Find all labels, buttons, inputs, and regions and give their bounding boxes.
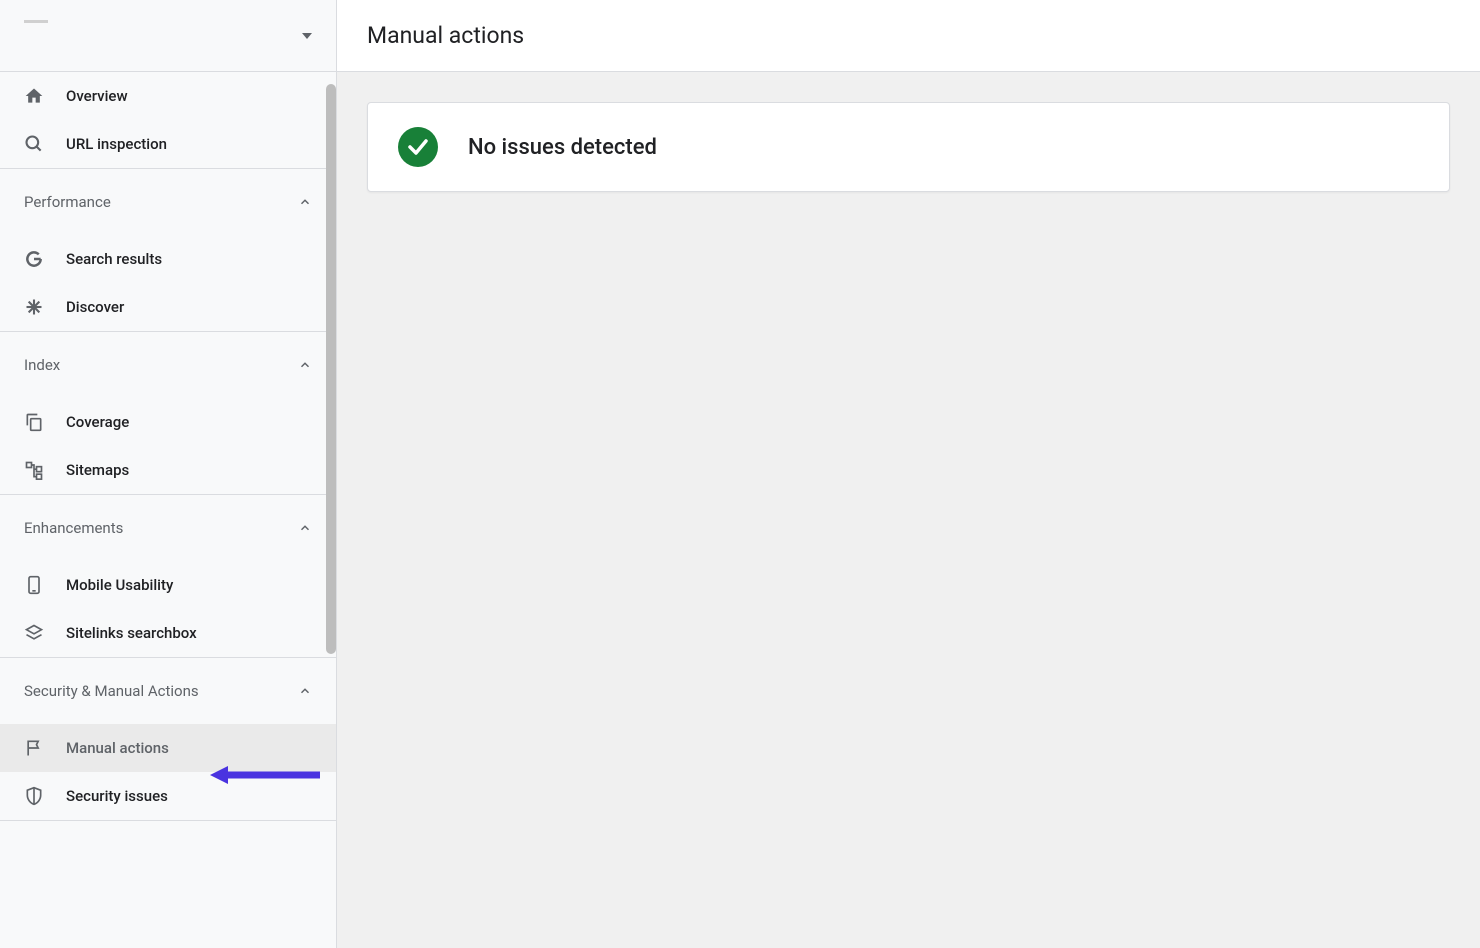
sidebar-item-label: Discover — [66, 298, 124, 316]
sidebar-item-label: Search results — [66, 250, 162, 268]
sidebar-item-manual-actions[interactable]: Manual actions — [0, 724, 336, 772]
chevron-up-icon — [298, 195, 312, 209]
section-title: Security & Manual Actions — [24, 682, 199, 700]
layers-icon — [24, 623, 66, 643]
sidebar-item-overview[interactable]: Overview — [0, 72, 336, 120]
shield-icon — [24, 786, 66, 806]
scrollbar[interactable] — [326, 84, 336, 654]
dropdown-icon — [302, 33, 312, 39]
main-content: No issues detected — [337, 72, 1480, 948]
status-message: No issues detected — [468, 135, 657, 160]
chevron-up-icon — [298, 684, 312, 698]
sidebar-item-search-results[interactable]: Search results — [0, 235, 336, 283]
sidebar-item-label: Sitelinks searchbox — [66, 624, 197, 642]
section-header-performance[interactable]: Performance — [0, 169, 336, 235]
sidebar-item-label: URL inspection — [66, 135, 167, 153]
section-title: Enhancements — [24, 519, 123, 537]
g-logo-icon — [24, 249, 66, 269]
sidebar-item-url-inspection[interactable]: URL inspection — [0, 120, 336, 168]
sidebar-item-label: Security issues — [66, 787, 168, 805]
sidebar-item-security-issues[interactable]: Security issues — [0, 772, 336, 820]
section-title: Index — [24, 356, 60, 374]
property-placeholder — [24, 20, 48, 23]
property-selector[interactable] — [0, 0, 336, 72]
sidebar-item-label: Manual actions — [66, 739, 169, 757]
check-circle-icon — [398, 127, 438, 167]
sidebar-item-sitelinks-searchbox[interactable]: Sitelinks searchbox — [0, 609, 336, 657]
sidebar-item-label: Overview — [66, 87, 128, 105]
sidebar-item-label: Mobile Usability — [66, 576, 173, 594]
sidebar-item-label: Sitemaps — [66, 461, 129, 479]
sidebar-item-discover[interactable]: Discover — [0, 283, 336, 331]
chevron-up-icon — [298, 521, 312, 535]
copy-icon — [24, 412, 66, 432]
sidebar-item-mobile-usability[interactable]: Mobile Usability — [0, 561, 336, 609]
asterisk-icon — [24, 297, 66, 317]
main-area: Manual actions No issues detected — [337, 0, 1480, 948]
search-icon — [24, 134, 66, 154]
section-title: Performance — [24, 193, 111, 211]
section-header-enhancements[interactable]: Enhancements — [0, 495, 336, 561]
home-icon — [24, 86, 66, 106]
sidebar-item-coverage[interactable]: Coverage — [0, 398, 336, 446]
flag-icon — [24, 738, 66, 758]
tree-icon — [24, 460, 66, 480]
page-title: Manual actions — [367, 22, 524, 49]
sidebar: Overview URL inspection Performance Sear… — [0, 0, 337, 948]
section-header-security-manual[interactable]: Security & Manual Actions — [0, 658, 336, 724]
sidebar-item-sitemaps[interactable]: Sitemaps — [0, 446, 336, 494]
section-header-index[interactable]: Index — [0, 332, 336, 398]
status-card: No issues detected — [367, 102, 1450, 192]
sidebar-item-label: Coverage — [66, 413, 129, 431]
main-header: Manual actions — [337, 0, 1480, 72]
chevron-up-icon — [298, 358, 312, 372]
phone-icon — [24, 575, 66, 595]
